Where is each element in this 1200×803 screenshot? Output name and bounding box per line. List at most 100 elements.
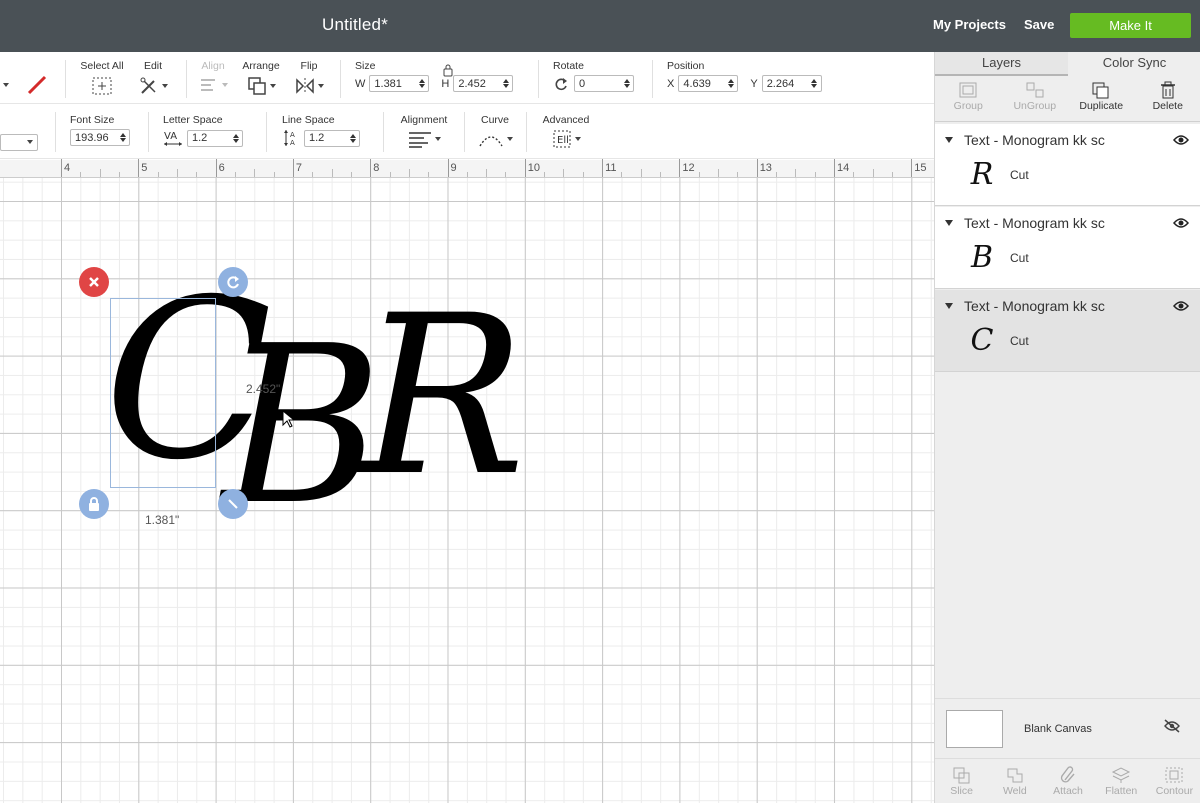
flatten-button[interactable]: Flatten	[1095, 759, 1148, 803]
layer-header[interactable]: Text - Monogram kk sc	[945, 215, 1105, 231]
ruler-minor-tick	[99, 169, 101, 177]
selection-box[interactable]	[110, 298, 216, 488]
color-swatch[interactable]	[26, 74, 48, 101]
font-size-field[interactable]: 193.96	[70, 129, 130, 146]
font-size-value: 193.96	[75, 131, 109, 144]
chevron-down-icon	[506, 137, 513, 141]
font-style-box	[0, 133, 38, 151]
attach-button[interactable]: Attach	[1041, 759, 1094, 803]
ruler-minor-tick	[273, 172, 275, 177]
my-projects-link[interactable]: My Projects	[933, 17, 1006, 32]
resize-handle[interactable]	[218, 489, 248, 519]
width-field[interactable]: 1.381	[369, 75, 430, 92]
divider	[186, 60, 187, 98]
letter-space-icon: VA	[164, 131, 182, 146]
x-stepper[interactable]	[726, 79, 735, 88]
ruler-tick-label: 13	[759, 162, 772, 174]
width-stepper[interactable]	[417, 79, 426, 88]
ruler-minor-tick	[853, 172, 855, 177]
rotate-field[interactable]: 0	[574, 75, 634, 92]
layer-item-selected[interactable]: Text - Monogram kk sc C Cut	[935, 290, 1200, 372]
letter-r[interactable]: R	[360, 286, 526, 506]
height-field[interactable]: 2.452	[453, 75, 514, 92]
line-space-value: 1.2	[309, 132, 325, 144]
delete-handle[interactable]	[79, 267, 109, 297]
line-space-stepper[interactable]	[348, 133, 357, 143]
letter-space-group: Letter Space VA 1.2	[163, 114, 263, 147]
alignment-group[interactable]: Alignment	[397, 114, 451, 148]
blank-canvas-row[interactable]: Blank Canvas	[935, 698, 1200, 758]
arrange-button[interactable]	[242, 76, 280, 96]
lock-aspect-icon[interactable]	[442, 63, 454, 77]
letter-space-stepper[interactable]	[231, 133, 240, 143]
contour-icon	[1165, 767, 1183, 783]
lock-handle[interactable]	[79, 489, 109, 519]
rotate-stepper[interactable]	[622, 79, 631, 88]
tab-layers[interactable]: Layers	[935, 52, 1068, 76]
slice-button[interactable]: Slice	[935, 759, 988, 803]
select-all-button[interactable]	[80, 76, 124, 96]
top-header: Untitled* My Projects Save Make It	[0, 0, 1200, 52]
edit-button[interactable]	[138, 76, 168, 96]
line-space-icon: AA	[284, 130, 295, 147]
divider	[55, 112, 56, 152]
ungroup-button[interactable]: UnGroup	[1002, 76, 1069, 121]
eye-icon[interactable]	[1173, 300, 1189, 312]
expand-triangle-icon[interactable]	[945, 137, 953, 143]
select-all-group[interactable]: Select All	[80, 60, 124, 96]
delete-button[interactable]: Delete	[1135, 76, 1200, 121]
flip-button[interactable]	[294, 76, 324, 96]
align-group[interactable]: Align	[198, 60, 228, 94]
ruler-major-tick	[524, 159, 526, 177]
weld-button[interactable]: Weld	[988, 759, 1041, 803]
font-style-dropdown[interactable]	[0, 131, 38, 151]
linetype-dropdown[interactable]	[0, 74, 9, 92]
alignment-button[interactable]	[397, 130, 451, 148]
line-space-field[interactable]: 1.2	[304, 129, 360, 147]
layer-item[interactable]: Text - Monogram kk sc R Cut	[935, 124, 1200, 206]
eye-hidden-icon[interactable]	[1163, 719, 1181, 733]
height-value: 2.452	[458, 77, 486, 90]
tab-color-sync[interactable]: Color Sync	[1068, 52, 1200, 76]
ruler-tick-label: 6	[218, 162, 225, 174]
y-value: 2.264	[766, 77, 795, 90]
ruler-tick-label: 10	[527, 162, 541, 174]
edit-label: Edit	[143, 60, 163, 72]
contour-button[interactable]: Contour	[1148, 759, 1200, 803]
align-button[interactable]	[198, 76, 228, 94]
curve-group[interactable]: Curve	[477, 114, 513, 148]
flip-group[interactable]: Flip	[294, 60, 324, 96]
advanced-group[interactable]: Advanced Ell	[540, 114, 592, 148]
eye-icon[interactable]	[1173, 217, 1189, 229]
y-field[interactable]: 2.264	[761, 75, 822, 92]
make-it-button[interactable]: Make It	[1070, 13, 1191, 38]
x-field[interactable]: 4.639	[678, 75, 739, 92]
advanced-button[interactable]: Ell	[540, 130, 592, 148]
font-size-label: Font Size	[70, 114, 115, 126]
font-size-stepper[interactable]	[118, 133, 127, 142]
save-button[interactable]: Save	[1024, 17, 1054, 32]
design-canvas[interactable]: C B R 1.381" 2.452"	[0, 178, 934, 803]
letter-space-field[interactable]: 1.2	[187, 129, 243, 147]
eye-icon[interactable]	[1173, 134, 1189, 146]
duplicate-button[interactable]: Duplicate	[1068, 76, 1135, 121]
divider	[526, 112, 527, 152]
ruler-tick-label: 4	[64, 162, 71, 174]
layer-item[interactable]: Text - Monogram kk sc B Cut	[935, 207, 1200, 289]
y-stepper[interactable]	[810, 79, 819, 88]
delete-label: Delete	[1152, 100, 1183, 112]
edit-group[interactable]: Edit	[138, 60, 168, 96]
arrange-group[interactable]: Arrange	[242, 60, 280, 96]
group-button[interactable]: Group	[935, 76, 1002, 121]
rotate-handle[interactable]	[218, 267, 248, 297]
expand-triangle-icon[interactable]	[945, 303, 953, 309]
x-label: X	[667, 77, 675, 90]
height-stepper[interactable]	[501, 79, 510, 88]
ruler-major-tick	[370, 159, 372, 177]
layer-header[interactable]: Text - Monogram kk sc	[945, 298, 1105, 314]
curve-button[interactable]	[477, 130, 513, 148]
expand-triangle-icon[interactable]	[945, 220, 953, 226]
canvas-color-swatch[interactable]	[946, 710, 1003, 748]
layer-header[interactable]: Text - Monogram kk sc	[945, 132, 1105, 148]
group-label: Group	[953, 100, 983, 112]
